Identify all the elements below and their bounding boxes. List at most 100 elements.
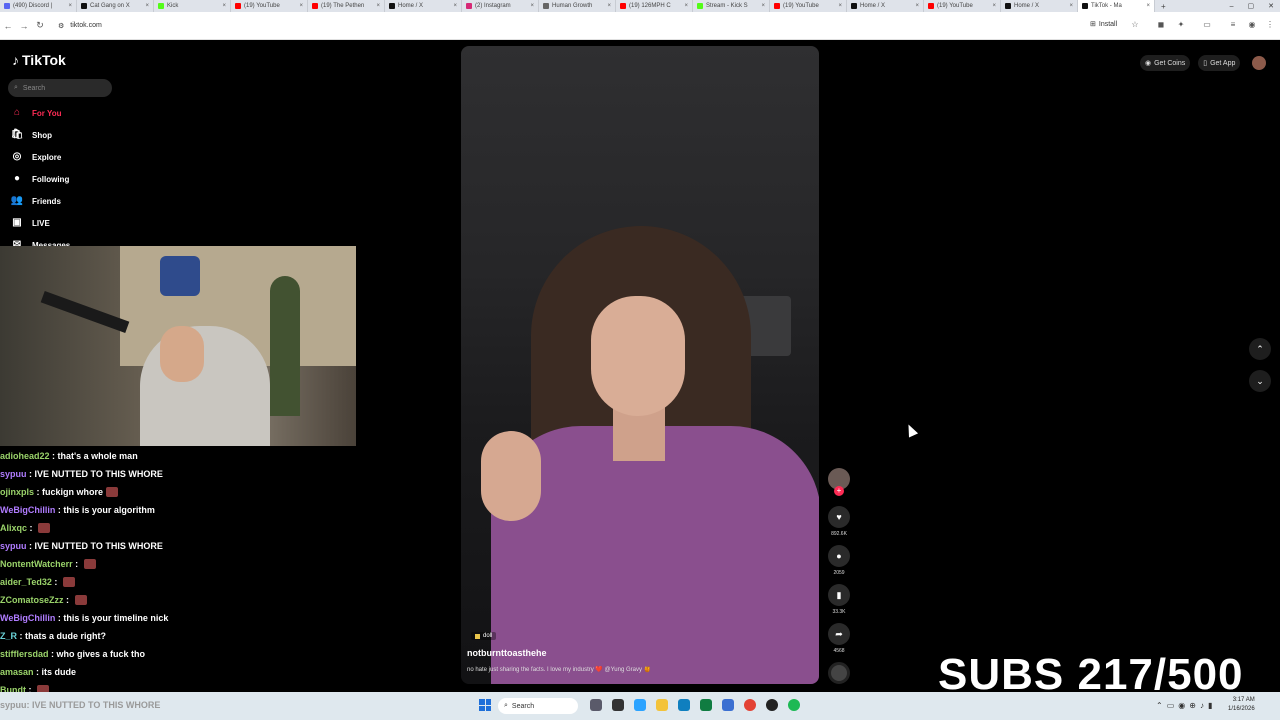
taskbar-clock[interactable]: 3:17 AM 1/16/2026: [1228, 696, 1255, 714]
sidebar-item-friends[interactable]: 👥 Friends: [10, 194, 61, 208]
tab-close-icon[interactable]: ×: [684, 3, 688, 9]
obs-icon[interactable]: [766, 699, 778, 711]
sidebar-item-shop[interactable]: 🛍 Shop: [10, 128, 52, 142]
chat-username[interactable]: adiohead22: [0, 451, 50, 461]
edge-icon[interactable]: [678, 699, 690, 711]
tab-close-icon[interactable]: ×: [607, 3, 611, 9]
sidebar-item-following[interactable]: ● Following: [10, 172, 69, 186]
browser-tab[interactable]: (2) Instagram ×: [462, 0, 539, 12]
tab-close-icon[interactable]: ×: [376, 3, 380, 9]
browser-tab[interactable]: Home / X ×: [1001, 0, 1078, 12]
sidebar-item-explore[interactable]: ◎ Explore: [10, 150, 62, 164]
new-tab-icon[interactable]: +: [1155, 2, 1172, 11]
heart-icon[interactable]: ♥: [828, 506, 850, 528]
browser-menu-icon[interactable]: ⋮: [1265, 20, 1275, 30]
tab-close-icon[interactable]: ×: [222, 3, 226, 9]
task-view-icon[interactable]: [612, 699, 624, 711]
excel-icon[interactable]: [700, 699, 712, 711]
tab-close-icon[interactable]: ×: [992, 3, 996, 9]
video-tag-badge[interactable]: doll: [471, 632, 497, 640]
tab-close-icon[interactable]: ×: [915, 3, 919, 9]
chat-username[interactable]: NontentWatcherr: [0, 559, 73, 569]
tab-close-icon[interactable]: ×: [1069, 3, 1073, 9]
widgets-icon[interactable]: [590, 699, 602, 711]
reload-icon[interactable]: ↻: [32, 20, 48, 31]
browser-tab[interactable]: Home / X ×: [385, 0, 462, 12]
chat-username[interactable]: sypuu: [0, 469, 27, 479]
chat-username[interactable]: aider_Ted32: [0, 577, 52, 587]
share-icon[interactable]: ➦: [828, 623, 850, 645]
user-avatar[interactable]: [1252, 56, 1267, 70]
browser-tab[interactable]: Human Growth ×: [539, 0, 616, 12]
media-control-icon[interactable]: ≡: [1228, 20, 1238, 30]
browser-tab[interactable]: (19) YouTube ×: [231, 0, 308, 12]
chat-username[interactable]: ojinxpls: [0, 487, 34, 497]
taskbar-search[interactable]: ⌕ Search: [498, 698, 578, 714]
sidebar-item-live[interactable]: ▣ LIVE: [10, 216, 50, 230]
share-action[interactable]: ➦ 4568: [828, 623, 850, 654]
browser-tab[interactable]: Cat Gang on X ×: [77, 0, 154, 12]
video-player[interactable]: doll notburnttoasthehe no hate just shar…: [461, 46, 819, 684]
copilot-icon[interactable]: [634, 699, 646, 711]
system-tray[interactable]: ⌃▭◉⊕♪▮: [1156, 701, 1216, 710]
bookmark-star-icon[interactable]: ☆: [1130, 20, 1140, 30]
save-action[interactable]: ▮ 33.3K: [828, 584, 850, 615]
forward-icon[interactable]: →: [16, 21, 32, 31]
mail-icon[interactable]: [722, 699, 734, 711]
browser-tab[interactable]: (19) YouTube ×: [924, 0, 1001, 12]
spotify-icon[interactable]: [788, 699, 800, 711]
browser-tab[interactable]: Home / X ×: [847, 0, 924, 12]
chat-username[interactable]: WeBigChillin: [0, 613, 55, 623]
browser-tab[interactable]: Kick ×: [154, 0, 231, 12]
minimize-icon[interactable]: –: [1230, 3, 1234, 10]
chat-username[interactable]: WeBigChillin: [0, 505, 55, 515]
comment-action[interactable]: ● 2059: [828, 545, 850, 576]
tab-close-icon[interactable]: ×: [145, 3, 149, 9]
sidebar-icon[interactable]: ▭: [1202, 20, 1212, 30]
chrome-icon[interactable]: [744, 699, 756, 711]
extensions-puzzle-icon[interactable]: ✦: [1176, 20, 1186, 30]
tab-close-icon[interactable]: ×: [299, 3, 303, 9]
tab-close-icon[interactable]: ×: [68, 3, 72, 9]
follow-plus-icon[interactable]: +: [834, 486, 844, 496]
install-button[interactable]: ⊞ Install: [1090, 20, 1117, 29]
maximize-icon[interactable]: ▢: [1248, 2, 1255, 10]
close-icon[interactable]: ✕: [1268, 2, 1274, 10]
get-coins-button[interactable]: ◉ Get Coins: [1140, 55, 1191, 71]
browser-tab[interactable]: (19) 126MPH C ×: [616, 0, 693, 12]
browser-tab[interactable]: Stream - Kick S ×: [693, 0, 770, 12]
tab-close-icon[interactable]: ×: [838, 3, 842, 9]
music-disc-icon[interactable]: [828, 662, 850, 684]
comment-icon[interactable]: ●: [828, 545, 850, 567]
chat-username[interactable]: Z_R: [0, 631, 17, 641]
like-action[interactable]: ♥ 892.6K: [828, 506, 850, 537]
bookmark-icon[interactable]: ▮: [828, 584, 850, 606]
extension-icon[interactable]: ◼: [1156, 20, 1166, 30]
profile-icon[interactable]: ◉: [1247, 20, 1257, 30]
browser-tab[interactable]: TikTok - Ma ×: [1078, 0, 1155, 12]
tab-close-icon[interactable]: ×: [453, 3, 457, 9]
chevron-down-icon[interactable]: ⌄: [1249, 370, 1271, 392]
chat-username[interactable]: stifflersdad: [0, 649, 49, 659]
site-info-icon[interactable]: ⚙: [58, 22, 64, 30]
chat-username[interactable]: Alixqc: [0, 523, 27, 533]
chevron-up-icon[interactable]: ⌃: [1249, 338, 1271, 360]
browser-tab[interactable]: (490) Discord | ×: [0, 0, 77, 12]
back-icon[interactable]: ←: [0, 21, 16, 31]
tab-close-icon[interactable]: ×: [530, 3, 534, 9]
tiktok-logo[interactable]: ♪ TikTok: [12, 52, 66, 68]
address-bar[interactable]: ⚙ tiktok.com: [52, 17, 1092, 35]
browser-tab[interactable]: (19) The Pethen ×: [308, 0, 385, 12]
file-explorer-icon[interactable]: [656, 699, 668, 711]
chat-username[interactable]: amasan: [0, 667, 34, 677]
tab-close-icon[interactable]: ×: [1146, 3, 1150, 9]
chat-username[interactable]: ZComatoseZzz: [0, 595, 64, 605]
get-app-button[interactable]: ▯ Get App: [1198, 55, 1241, 71]
search-input[interactable]: ⌕ Search: [8, 79, 112, 97]
chat-username[interactable]: sypuu: [0, 541, 27, 551]
browser-tab[interactable]: (19) YouTube ×: [770, 0, 847, 12]
windows-start-icon[interactable]: [479, 699, 491, 711]
video-username[interactable]: notburnttoasthehe: [467, 648, 547, 658]
tab-close-icon[interactable]: ×: [761, 3, 765, 9]
sidebar-item-for-you[interactable]: ⌂ For You: [10, 106, 62, 120]
